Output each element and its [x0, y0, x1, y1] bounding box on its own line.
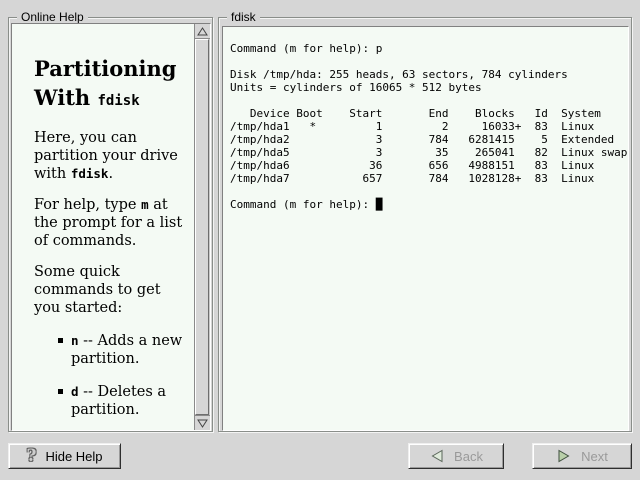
- help-title: Partitioning With fdisk: [34, 54, 189, 116]
- scroll-up-button[interactable]: [195, 24, 210, 39]
- fdisk-frame-label: fdisk: [227, 10, 260, 24]
- back-arrow-icon: [429, 448, 445, 464]
- help-paragraph-2: For help, type m at the prompt for a lis…: [34, 196, 189, 250]
- help-p1-tail: .: [108, 166, 113, 182]
- command-description: -- Adds a new partition.: [71, 333, 182, 367]
- help-paragraph-3: Some quick commands to get you started:: [34, 263, 189, 317]
- bullet-icon: [58, 338, 63, 343]
- list-item: n -- Adds a new partition.: [59, 332, 191, 368]
- help-command-list: n -- Adds a new partition. d -- Deletes …: [59, 332, 191, 430]
- help-scrollbar[interactable]: [194, 24, 210, 430]
- help-p2-text: For help, type: [34, 197, 141, 213]
- scrollbar-thumb[interactable]: [195, 39, 209, 415]
- help-paragraph-1: Here, you can partition your drive with …: [34, 129, 189, 183]
- help-panel: Partitioning With fdisk Here, you can pa…: [11, 23, 211, 431]
- online-help-frame: Online Help Partitioning With fdisk Here…: [8, 17, 213, 432]
- command-description: -- Deletes a partition.: [71, 384, 166, 418]
- installer-screen: Online Help Partitioning With fdisk Here…: [0, 0, 640, 480]
- hide-help-label: Hide Help: [45, 449, 102, 464]
- next-button[interactable]: Next: [532, 443, 632, 469]
- help-content: Partitioning With fdisk Here, you can pa…: [12, 24, 195, 430]
- back-button[interactable]: Back: [408, 443, 504, 469]
- command-letter: d: [71, 384, 79, 399]
- next-label: Next: [581, 449, 608, 464]
- question-mark-icon: ?: [26, 446, 36, 466]
- fdisk-frame: fdisk Command (m for help): p Disk /tmp/…: [218, 17, 632, 432]
- online-help-frame-label: Online Help: [17, 10, 88, 24]
- hide-help-button[interactable]: ? Hide Help: [8, 443, 121, 469]
- next-arrow-icon: [556, 448, 572, 464]
- scroll-down-button[interactable]: [195, 415, 210, 430]
- triangle-up-icon: [197, 27, 208, 36]
- terminal-output[interactable]: Command (m for help): p Disk /tmp/hda: 2…: [223, 27, 628, 211]
- help-p1-code: fdisk: [71, 166, 109, 181]
- list-item: d -- Deletes a partition.: [59, 383, 191, 419]
- back-label: Back: [454, 449, 483, 464]
- help-p2-code: m: [141, 197, 149, 212]
- triangle-down-icon: [197, 419, 208, 428]
- help-title-code: fdisk: [97, 93, 139, 109]
- fdisk-terminal[interactable]: Command (m for help): p Disk /tmp/hda: 2…: [222, 26, 629, 431]
- command-letter: n: [71, 333, 79, 348]
- bullet-icon: [58, 389, 63, 394]
